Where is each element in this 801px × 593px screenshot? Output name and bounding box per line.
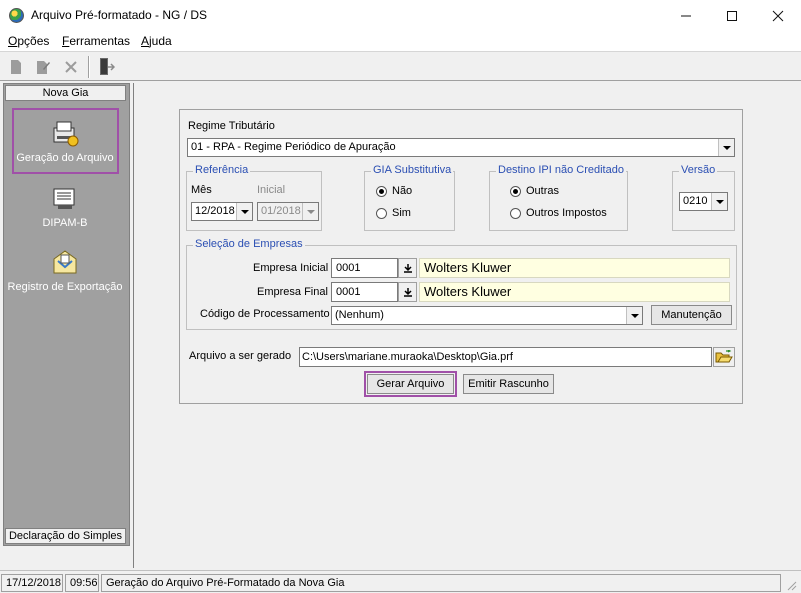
empresa-final-lookup-button[interactable] — [398, 282, 417, 302]
app-globe-icon — [9, 8, 24, 23]
menu-bar: Opções Ferramentas Ajuda — [0, 31, 801, 51]
menu-ferramentas[interactable]: Ferramentas — [62, 34, 130, 48]
close-icon — [772, 10, 784, 21]
sidebar-item-dipam-b[interactable]: DIPAM-B — [4, 183, 126, 229]
chevron-down-icon[interactable] — [711, 193, 727, 210]
new-document-icon[interactable] — [7, 58, 25, 76]
empresa-inicial-code-input[interactable]: 0001 — [331, 258, 398, 278]
empresa-final-label: Empresa Final — [257, 286, 328, 298]
chevron-down-icon — [302, 203, 318, 220]
radio-gia-nao[interactable] — [376, 186, 387, 197]
mes-select[interactable]: 12/2018 — [191, 202, 253, 221]
menu-ajuda[interactable]: Ajuda — [141, 34, 172, 48]
open-folder-icon — [715, 350, 733, 363]
ipi-outros-impostos-label: Outros Impostos — [526, 207, 607, 219]
sidebar-item-label: Registro de Exportação — [7, 281, 123, 293]
chevron-down-icon[interactable] — [718, 139, 734, 156]
selection-highlight — [12, 108, 119, 174]
ipi-outras-label: Outras — [526, 185, 560, 197]
edit-icon[interactable] — [34, 58, 52, 76]
delete-icon[interactable] — [62, 58, 80, 76]
regime-label: Regime Tributário — [188, 120, 275, 132]
toolbar-separator — [88, 56, 90, 78]
inicial-select: 01/2018 — [257, 202, 319, 221]
gia-nao-label: Não — [392, 185, 413, 197]
manutencao-button[interactable]: Manutenção — [651, 305, 732, 325]
destino-ipi-title: Destino IPI não Creditado — [496, 164, 626, 176]
versao-value: 0210 — [683, 195, 708, 207]
chevron-down-icon[interactable] — [626, 307, 642, 324]
emitir-rascunho-button[interactable]: Emitir Rascunho — [463, 374, 554, 394]
regime-select[interactable]: 01 - RPA - Regime Periódico de Apuração — [187, 138, 735, 157]
empresa-inicial-label: Empresa Inicial — [253, 262, 329, 274]
empresa-final-code-input[interactable]: 0001 — [331, 282, 398, 302]
selecao-empresas-title: Seleção de Empresas — [193, 238, 305, 250]
exit-door-icon[interactable] — [97, 58, 115, 76]
close-button[interactable] — [755, 0, 801, 31]
chevron-down-icon[interactable] — [236, 203, 252, 220]
status-message: Geração do Arquivo Pré-Formatado da Nova… — [101, 574, 781, 592]
arquivo-label: Arquivo a ser gerado — [189, 350, 292, 362]
dipam-icon — [53, 188, 75, 209]
minimize-button[interactable] — [663, 0, 709, 31]
mes-value: 12/2018 — [195, 205, 235, 217]
radio-ipi-outras[interactable] — [510, 186, 521, 197]
maximize-icon — [727, 10, 737, 21]
maximize-button[interactable] — [709, 0, 755, 31]
sidebar-item-label: DIPAM-B — [42, 217, 88, 229]
status-bar: 17/12/2018 09:56 Geração do Arquivo Pré-… — [0, 570, 801, 593]
sidebar-header-nova-gia[interactable]: Nova Gia — [5, 85, 126, 101]
referencia-title: Referência — [193, 164, 251, 176]
title-bar: Arquivo Pré-formatado - NG / DS — [0, 0, 801, 31]
versao-select[interactable]: 0210 — [679, 192, 728, 211]
status-date: 17/12/2018 — [1, 574, 63, 592]
empresa-inicial-lookup-button[interactable] — [398, 258, 417, 278]
radio-gia-sim[interactable] — [376, 208, 387, 219]
minimize-icon — [681, 15, 691, 16]
empresa-final-name: Wolters Kluwer — [419, 282, 730, 302]
download-arrow-icon — [403, 264, 412, 273]
window-title: Arquivo Pré-formatado - NG / DS — [31, 8, 208, 22]
codigo-processamento-value: (Nenhum) — [335, 309, 384, 321]
codigo-processamento-label: Código de Processamento — [200, 308, 330, 320]
inicial-label: Inicial — [257, 184, 286, 196]
gia-sim-label: Sim — [392, 207, 411, 219]
resize-grip-icon[interactable] — [785, 579, 797, 591]
inicial-value: 01/2018 — [261, 205, 301, 217]
regime-value: 01 - RPA - Regime Periódico de Apuração — [191, 141, 396, 153]
mes-label: Mês — [191, 184, 212, 196]
status-time: 09:56 — [65, 574, 99, 592]
menu-opcoes[interactable]: Opções — [8, 34, 49, 48]
sidebar-header-declaracao-simples[interactable]: Declaração do Simples — [5, 528, 126, 544]
browse-folder-button[interactable] — [713, 347, 735, 367]
referencia-group: Referência — [186, 164, 322, 231]
codigo-processamento-select[interactable]: (Nenhum) — [331, 306, 643, 325]
export-registry-icon — [53, 250, 77, 274]
gia-substitutiva-title: GIA Substitutiva — [371, 164, 454, 176]
empresa-inicial-name: Wolters Kluwer — [419, 258, 730, 278]
radio-ipi-outros-impostos[interactable] — [510, 208, 521, 219]
sidebar-item-registro-exportacao[interactable]: Registro de Exportação — [4, 247, 126, 293]
toolbar — [0, 51, 801, 81]
download-arrow-icon — [403, 288, 412, 297]
gia-substitutiva-group: GIA Substitutiva — [364, 164, 455, 231]
versao-title: Versão — [679, 164, 718, 176]
arquivo-path-input[interactable]: C:\Users\mariane.muraoka\Desktop\Gia.prf — [299, 347, 712, 367]
destino-ipi-group: Destino IPI não Creditado — [489, 164, 628, 231]
gerar-arquivo-highlight — [364, 371, 457, 397]
